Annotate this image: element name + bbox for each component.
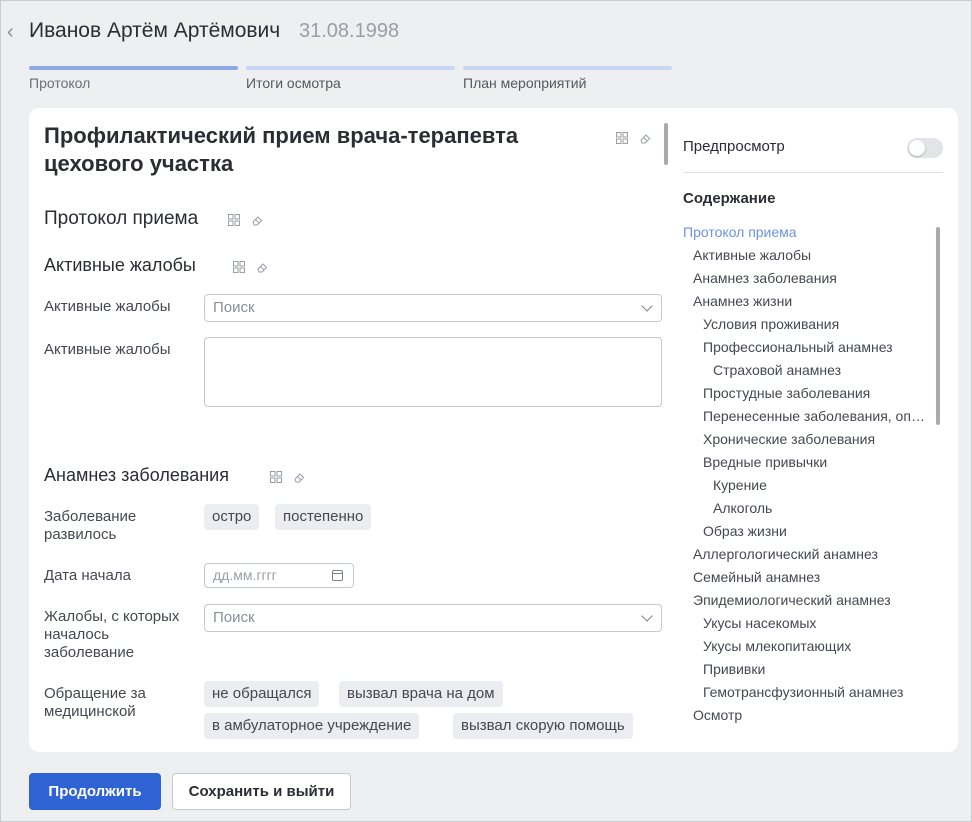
appeal-option-ambulance[interactable]: вызвал скорую помощь xyxy=(453,713,633,739)
onset-label: Заболевание развилось xyxy=(44,508,137,543)
appeal-option-none[interactable]: не обращался xyxy=(204,681,320,707)
section-anamnesis-title: Анамнез заболевания xyxy=(44,465,229,485)
step-results[interactable]: Итоги осмотра xyxy=(246,66,455,91)
toc-item[interactable]: Укусы насекомых xyxy=(703,615,931,631)
document-title: Профилактический прием врача-терапевта ц… xyxy=(44,123,519,176)
eraser-icon[interactable] xyxy=(294,471,306,483)
toc-item[interactable]: Простудные заболевания xyxy=(703,385,931,401)
step-plan[interactable]: План мероприятий xyxy=(463,66,672,91)
toc-item[interactable]: Гемотрансфузионный анамнез xyxy=(703,684,931,700)
select-placeholder: Поиск xyxy=(213,609,255,626)
complaints-textarea[interactable] xyxy=(204,337,662,407)
toc-item[interactable]: Аллергологический анамнез xyxy=(693,546,931,562)
toc-item[interactable]: Эпидемиологический анамнез xyxy=(693,592,931,608)
patient-name: Иванов Артём Артёмович xyxy=(29,19,281,42)
protocol-form: Профилактический прием врача-терапевта ц… xyxy=(29,108,669,752)
appeal-option-clinic[interactable]: в амбулаторное учреждение xyxy=(204,713,420,739)
toc-item[interactable]: Образ жизни xyxy=(703,523,931,539)
toc-item[interactable]: Профессиональный анамнез xyxy=(703,339,931,355)
step-protocol[interactable]: Протокол xyxy=(29,66,238,91)
toc-item[interactable]: Осмотр xyxy=(693,707,931,723)
complaints-select[interactable]: Поиск xyxy=(204,294,662,322)
section-tools xyxy=(270,471,306,483)
toc-item[interactable]: Условия проживания xyxy=(703,316,931,332)
onset-complaints-label: Жалобы, с которых началось заболевание xyxy=(44,608,180,661)
step-label: План мероприятий xyxy=(463,75,587,91)
toc-item[interactable]: Страховой анамнез xyxy=(713,362,931,378)
calendar-icon[interactable] xyxy=(332,570,343,581)
page-header: ‹ Иванов Артём Артёмович 31.08.1998 Прот… xyxy=(1,1,971,111)
content-card: Профилактический прием врача-терапевта ц… xyxy=(29,108,958,752)
preview-toggle[interactable] xyxy=(907,138,943,158)
toc-item[interactable]: Курение xyxy=(713,477,931,493)
grid-icon[interactable] xyxy=(270,471,282,483)
onset-option-acute[interactable]: остро xyxy=(204,504,260,530)
onset-complaints-select[interactable]: Поиск xyxy=(204,604,662,632)
section-protocol-title: Протокол приема xyxy=(44,208,199,229)
step-bar xyxy=(29,66,238,70)
step-bar xyxy=(246,66,455,70)
toc-item[interactable]: Анамнез заболевания xyxy=(693,270,931,286)
step-label: Итоги осмотра xyxy=(246,75,341,91)
toc-item[interactable]: Вредные привычки xyxy=(703,454,931,470)
title-tools xyxy=(616,132,652,144)
step-bar xyxy=(463,66,672,70)
toc-item[interactable]: Алкоголь xyxy=(713,500,931,516)
toc-item[interactable]: Укусы млекопитающих xyxy=(703,638,931,654)
complaints-text-label: Активные жалобы xyxy=(44,341,171,358)
toc-item[interactable]: Прививки xyxy=(703,661,931,677)
start-date-label: Дата начала xyxy=(44,567,131,584)
complaints-select-label: Активные жалобы xyxy=(44,298,171,315)
onset-option-gradual[interactable]: постепенно xyxy=(275,504,372,530)
section-complaints-title: Активные жалобы xyxy=(44,255,196,275)
appeal-label: Обращение за медицинской xyxy=(44,685,146,720)
toc-item[interactable]: Протокол приема xyxy=(683,224,931,240)
toc-item[interactable]: Семейный анамнез xyxy=(693,569,931,585)
eraser-icon[interactable] xyxy=(640,132,652,144)
toc-item[interactable]: Активные жалобы xyxy=(693,247,931,263)
sidebar: Предпросмотр Содержание Протокол приема А… xyxy=(683,108,958,752)
toc-title: Содержание xyxy=(683,190,776,207)
grid-icon[interactable] xyxy=(228,214,240,226)
continue-button[interactable]: Продолжить xyxy=(29,773,161,810)
start-date-input[interactable]: дд.мм.гггг xyxy=(204,563,354,588)
section-tools xyxy=(228,214,264,226)
toc-item[interactable]: Перенесенные заболевания, операции xyxy=(703,408,931,424)
toc-item[interactable]: Анамнез жизни xyxy=(693,293,931,309)
toggle-knob xyxy=(909,140,925,156)
divider xyxy=(683,172,943,173)
grid-icon[interactable] xyxy=(233,261,245,273)
eraser-icon[interactable] xyxy=(257,261,269,273)
toc-scrollbar[interactable] xyxy=(936,227,940,425)
form-scrollbar[interactable] xyxy=(664,123,668,165)
back-arrow-icon[interactable]: ‹ xyxy=(7,21,14,44)
step-label: Протокол xyxy=(29,75,91,91)
appeal-option-home[interactable]: вызвал врача на дом xyxy=(339,681,503,707)
save-exit-button[interactable]: Сохранить и выйти xyxy=(172,773,351,810)
grid-icon[interactable] xyxy=(616,132,628,144)
eraser-icon[interactable] xyxy=(252,214,264,226)
select-placeholder: Поиск xyxy=(213,299,255,316)
chevron-down-icon xyxy=(641,610,653,622)
chevron-down-icon xyxy=(641,300,653,312)
toc-item[interactable]: Хронические заболевания xyxy=(703,431,931,447)
patient-dob: 31.08.1998 xyxy=(299,20,400,42)
preview-label: Предпросмотр xyxy=(683,138,785,155)
date-placeholder: дд.мм.гггг xyxy=(213,567,277,583)
section-tools xyxy=(233,261,269,273)
